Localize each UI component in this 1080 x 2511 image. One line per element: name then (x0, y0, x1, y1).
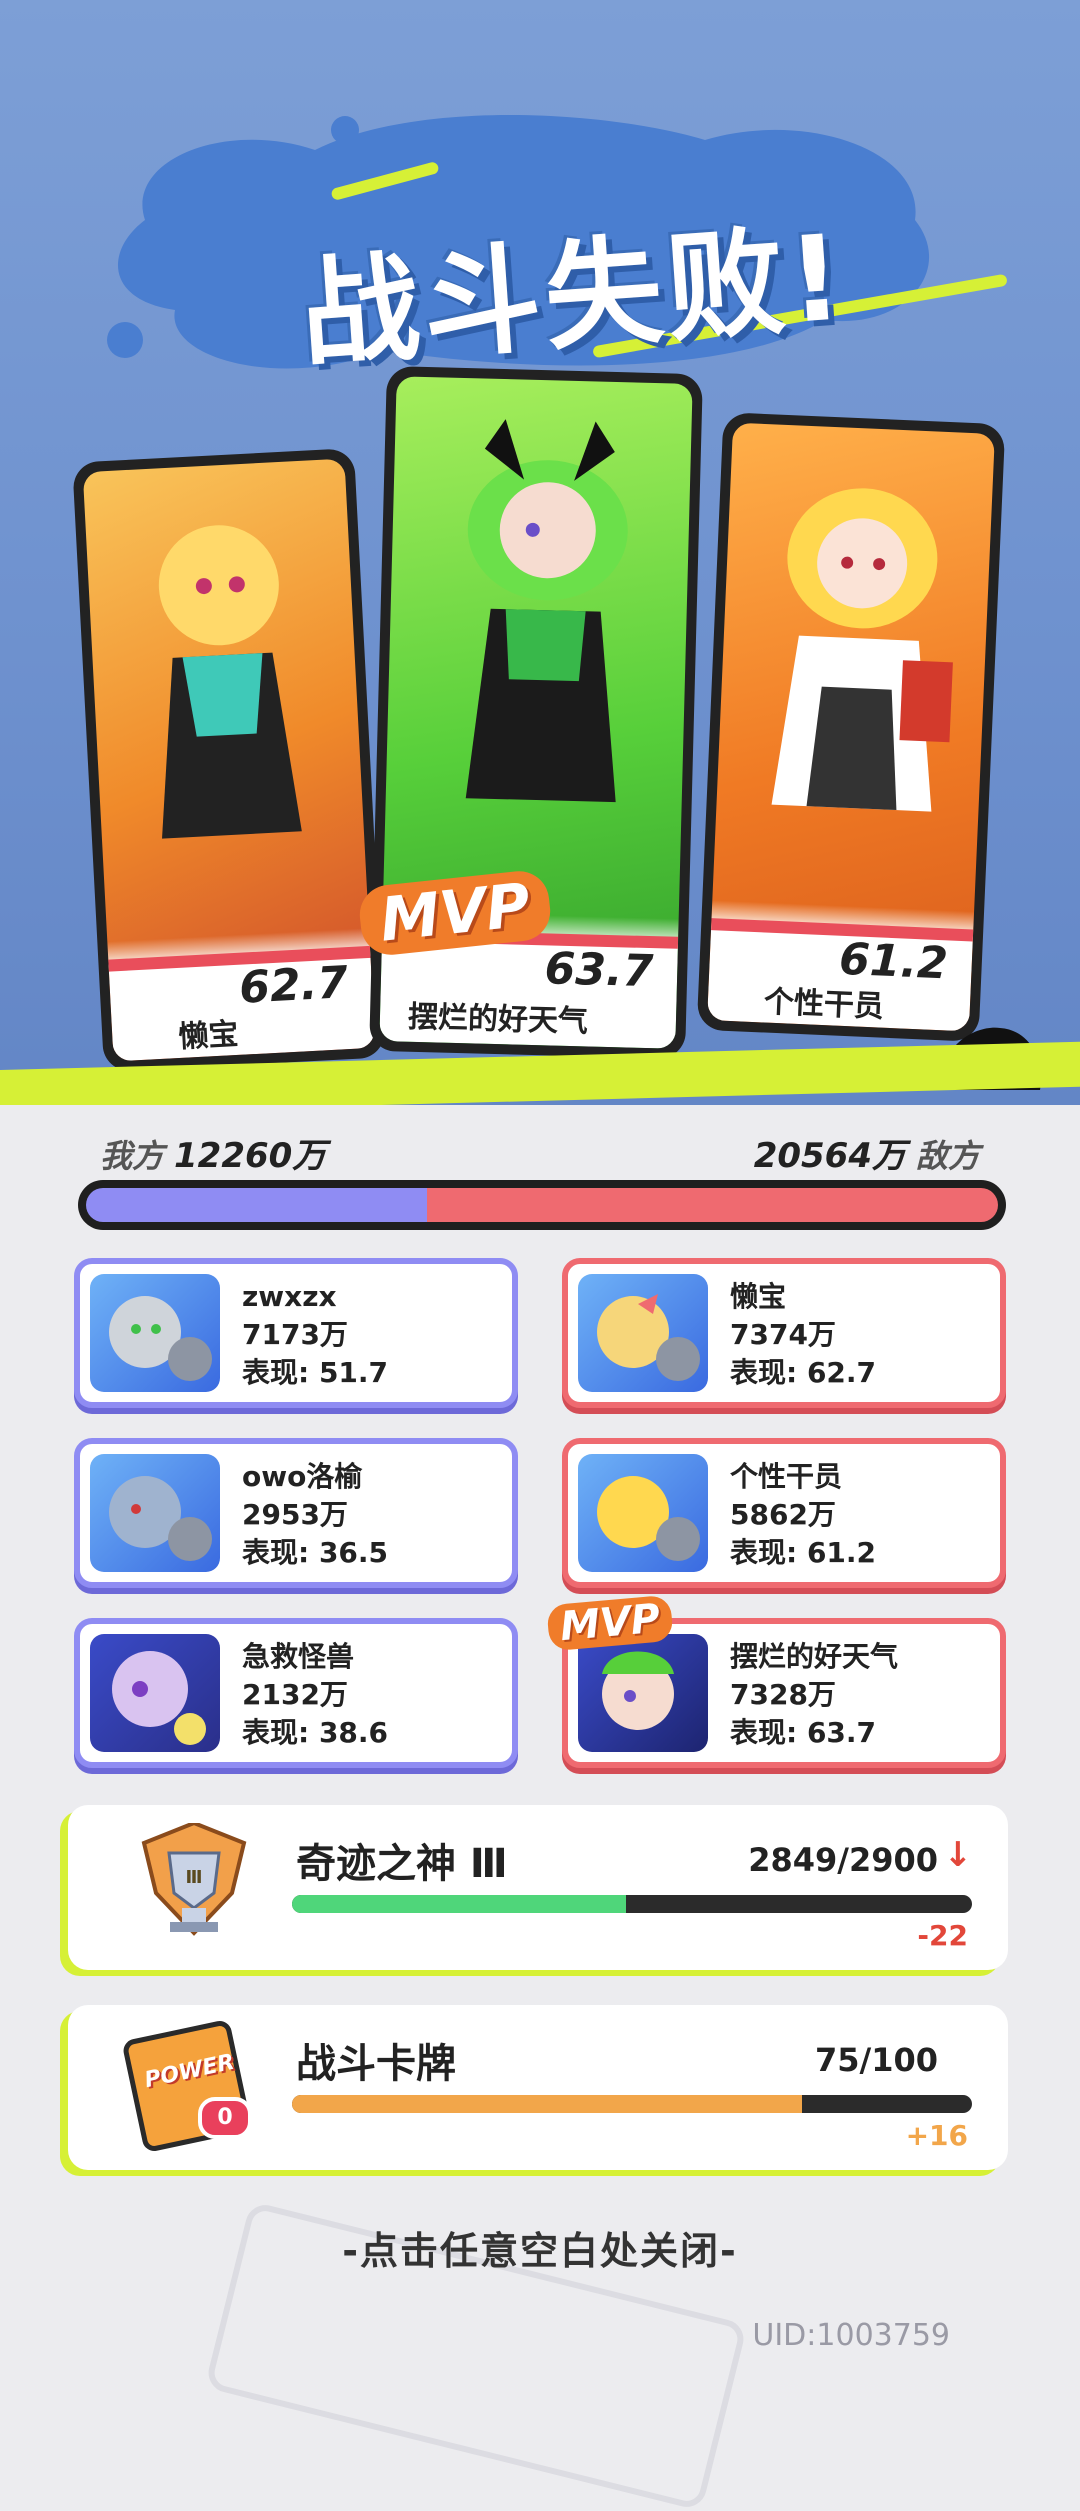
trophy-icon: Ⅲ (141, 1823, 247, 1936)
player-avatar (90, 1454, 220, 1572)
rank-title: 奇迹之神 Ⅲ (296, 1841, 508, 1887)
rank-progress-text: 2849/2900 (748, 1841, 938, 1879)
character-card[interactable]: 62.7 懒宝 (72, 448, 386, 1072)
power-card-icon: POWER 0 (121, 2018, 253, 2154)
player-card-our[interactable]: owo洛榆 2953万 表现: 36.5 (74, 1438, 518, 1588)
player-card-our[interactable]: 急救怪兽 2132万 表现: 38.6 (74, 1618, 518, 1768)
close-hint[interactable]: -点击任意空白处关闭- (0, 2220, 1080, 2275)
player-performance: 表现: 51.7 (242, 1356, 389, 1389)
battle-card-progress-bar (292, 2095, 972, 2113)
user-id: UID:1003759 (752, 2318, 950, 2353)
player-name: owo洛榆 (242, 1460, 363, 1493)
our-score-fill (86, 1188, 427, 1222)
character-card[interactable]: 61.2 个性干员 (696, 412, 1006, 1042)
player-card-enemy[interactable]: 懒宝 7374万 表现: 62.7 (562, 1258, 1006, 1408)
player-damage: 7328万 (730, 1678, 836, 1711)
our-team-total: 我方 12260万 (100, 1128, 326, 1177)
enemy-team-label: 敌方 (915, 1137, 980, 1175)
player-card-enemy[interactable]: 个性干员 5862万 表现: 61.2 (562, 1438, 1006, 1588)
player-damage: 2132万 (242, 1678, 348, 1711)
battle-card-progress-fill (292, 2095, 802, 2113)
player-damage: 7374万 (730, 1318, 836, 1351)
card-stats: 61.2 个性干员 (707, 900, 975, 1032)
enemy-team-total: 20564万 敌方 (754, 1128, 980, 1177)
player-damage: 7173万 (242, 1318, 348, 1351)
battle-card-title: 战斗卡牌 (296, 2041, 456, 2087)
enemy-score-fill (427, 1188, 998, 1222)
player-performance: 表现: 63.7 (730, 1716, 877, 1749)
enemy-team-score: 20564万 (753, 1136, 906, 1176)
card-name: 个性干员 (763, 984, 885, 1025)
player-avatar (578, 1634, 708, 1752)
player-name: 急救怪兽 (242, 1640, 355, 1673)
player-performance: 表现: 36.5 (242, 1536, 389, 1569)
character-art: 61.2 个性干员 (707, 422, 995, 1032)
player-name: 懒宝 (730, 1280, 787, 1313)
player-name: zwxzx (242, 1280, 337, 1313)
player-card-our[interactable]: zwxzx 7173万 表现: 51.7 (74, 1258, 518, 1408)
battle-card-progress-text: 75/100 (814, 2041, 938, 2079)
battle-card-delta: +16 (905, 2119, 968, 2152)
player-avatar (90, 1274, 220, 1392)
team-score-bar (78, 1180, 1006, 1230)
character-card-mvp[interactable]: 63.7 摆烂的好天气 (369, 365, 703, 1060)
card-count-badge: 0 (198, 2097, 252, 2139)
player-avatar (90, 1634, 220, 1752)
player-damage: 2953万 (242, 1498, 348, 1531)
result-banner: 战斗失败! 62.7 懒宝 63.7 摆烂的好天气 MVP 61.2 个性干员 (0, 0, 1080, 1105)
rank-delta: -22 (917, 1919, 968, 1952)
player-performance: 表现: 38.6 (242, 1716, 389, 1749)
player-damage: 5862万 (730, 1498, 836, 1531)
player-avatar (578, 1274, 708, 1392)
player-avatar (578, 1454, 708, 1572)
rank-progress-fill (292, 1895, 626, 1913)
player-performance: 表现: 61.2 (730, 1536, 877, 1569)
card-score: 63.7 (544, 943, 654, 998)
arrow-down-icon: ↓ (943, 1835, 973, 1875)
rank-progress-bar (292, 1895, 972, 1913)
card-stats: 62.7 懒宝 (107, 927, 376, 1062)
player-performance: 表现: 62.7 (730, 1356, 877, 1389)
card-name: 懒宝 (177, 1016, 240, 1056)
card-score: 62.7 (238, 957, 350, 1014)
card-name: 摆烂的好天气 (407, 999, 589, 1040)
character-figure (158, 525, 302, 839)
our-team-label: 我方 (100, 1137, 165, 1175)
battle-card-panel[interactable]: POWER 0 战斗卡牌 75/100 +16 (68, 2005, 1008, 2170)
character-figure (771, 488, 953, 812)
svg-text:Ⅲ: Ⅲ (185, 1867, 202, 1888)
rank-panel[interactable]: Ⅲ 奇迹之神 Ⅲ 2849/2900 ↓ -22 (68, 1805, 1008, 1970)
character-figure (465, 419, 628, 803)
player-name: 个性干员 (730, 1460, 843, 1493)
player-name: 摆烂的好天气 (730, 1640, 899, 1673)
character-art: 62.7 懒宝 (82, 458, 376, 1062)
our-team-score: 12260万 (174, 1136, 327, 1176)
